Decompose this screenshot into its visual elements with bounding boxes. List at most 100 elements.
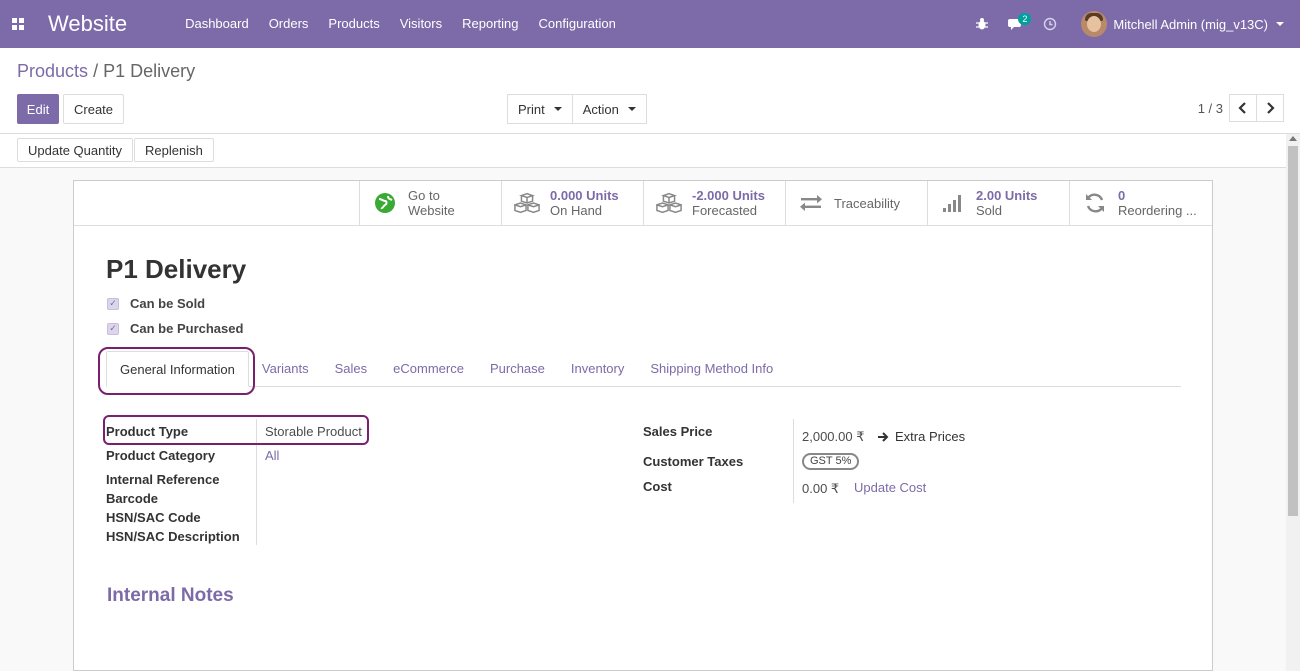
tab-highlight-annotation [98,347,255,395]
on-hand-button[interactable]: 0.000 Units On Hand [501,181,643,225]
sold-button[interactable]: 2.00 Units Sold [927,181,1069,225]
extra-prices-label: Extra Prices [895,429,966,444]
smart-button-label: Traceability [834,195,900,211]
scrollbar-thumb[interactable] [1288,146,1298,516]
arrow-right-icon [878,431,889,442]
can-be-sold-row: ✓ Can be Sold [107,296,205,311]
chevron-left-icon [1238,102,1246,114]
can-be-sold-label: Can be Sold [130,296,206,311]
smart-button-value: 0.000 Units [550,188,619,203]
extra-prices-button[interactable]: Extra Prices [877,429,965,444]
replenish-button[interactable]: Replenish [134,138,214,162]
user-name[interactable]: Mitchell Admin (mig_v13C) [1113,17,1268,32]
menu-visitors[interactable]: Visitors [390,0,452,48]
cost-label: Cost [643,479,672,494]
pager-previous-button[interactable] [1229,94,1257,122]
action-label: Action [582,101,619,117]
internal-notes-heading: Internal Notes [107,585,234,606]
can-be-purchased-row: ✓ Can be Purchased [107,321,243,336]
product-type-highlight-annotation [103,415,369,445]
breadcrumb-current: P1 Delivery [103,61,196,81]
breadcrumb: Products / P1 Delivery [17,61,195,82]
hsn-sac-description-label: HSN/SAC Description [106,529,240,544]
user-menu-caret-icon[interactable] [1276,22,1284,26]
cost-value[interactable]: 0.00 ₹ [802,481,839,497]
tab-shipping-method-info[interactable]: Shipping Method Info [637,351,786,387]
cubes-icon [656,190,682,216]
smart-button-label: Website [408,203,455,218]
globe-icon [372,190,398,216]
breadcrumb-separator: / [93,61,99,81]
tab-variants[interactable]: Variants [249,351,322,387]
can-be-purchased-checkbox[interactable]: ✓ [107,322,119,335]
pager: 1 / 3 [1198,94,1284,122]
product-name-title: P1 Delivery [106,254,247,284]
user-avatar[interactable] [1081,11,1108,37]
caret-down-icon [627,107,636,111]
product-category-label: Product Category [106,448,216,463]
action-dropdown[interactable]: Action [571,94,647,124]
smart-button-box: Go to Website 0.000 Units On Hand -2.000… [359,181,1211,225]
customer-tax-tag[interactable]: GST 5% [802,453,860,470]
create-button[interactable]: Create [63,94,125,124]
can-be-sold-checkbox[interactable]: ✓ [107,297,119,310]
tab-sales[interactable]: Sales [322,351,381,387]
tab-ecommerce[interactable]: eCommerce [380,351,477,387]
customer-taxes-label: Customer Taxes [643,454,744,469]
barcode-label: Barcode [106,491,159,506]
smart-button-value: -2.000 Units [692,188,765,203]
top-navbar: Website Dashboard Orders Products Visito… [0,0,1300,48]
can-be-purchased-label: Can be Purchased [130,321,244,336]
tab-inventory[interactable]: Inventory [558,351,637,387]
form-statusbar: Update Quantity Replenish [0,134,1286,168]
traceability-button[interactable]: Traceability [785,181,927,225]
app-brand[interactable]: Website [48,11,127,37]
vertical-scrollbar[interactable] [1286,134,1300,671]
refresh-icon [1082,190,1108,216]
hsn-sac-code-label: HSN/SAC Code [106,510,201,525]
messages-icon[interactable]: 2 [999,0,1033,48]
menu-dashboard[interactable]: Dashboard [175,0,259,48]
update-cost-link[interactable]: Update Cost [854,480,926,495]
print-dropdown[interactable]: Print [507,94,573,124]
update-quantity-button[interactable]: Update Quantity [17,138,133,162]
sales-price-value[interactable]: 2,000.00 ₹ [802,429,865,445]
internal-reference-label: Internal Reference [106,472,220,487]
activity-clock-icon[interactable] [1033,0,1067,48]
form-sheet: Go to Website 0.000 Units On Hand -2.000… [73,180,1213,671]
menu-reporting[interactable]: Reporting [452,0,528,48]
scroll-up-arrow-icon[interactable] [1289,136,1297,141]
smart-button-value: 0 [1118,188,1126,203]
chevron-right-icon [1267,102,1275,114]
reordering-rules-button[interactable]: 0 Reordering ... [1069,181,1211,225]
apps-menu-icon[interactable] [0,0,36,48]
notebook-tabs: General Information Variants Sales eComm… [106,351,1181,387]
forecasted-button[interactable]: -2.000 Units Forecasted [643,181,785,225]
breadcrumb-products-link[interactable]: Products [17,61,88,81]
tab-purchase[interactable]: Purchase [477,351,558,387]
smart-button-label: Reordering ... [1118,203,1197,218]
sales-price-label: Sales Price [643,424,713,439]
product-category-link[interactable]: All [265,448,279,463]
smart-button-label: Forecasted [692,203,758,218]
field-separator [793,419,794,503]
control-panel: Products / P1 Delivery Edit Create Print… [0,48,1300,134]
debug-bug-icon[interactable] [965,0,999,48]
exchange-icon [798,190,824,216]
divider [74,225,1212,226]
pager-value[interactable]: 1 / 3 [1198,101,1223,116]
cubes-icon [514,190,540,216]
go-to-website-button[interactable]: Go to Website [359,181,501,225]
print-label: Print [518,101,545,117]
menu-configuration[interactable]: Configuration [529,0,626,48]
smart-button-value: Go to [408,188,440,203]
sidebar-dropdowns: Print Action [507,94,647,124]
caret-down-icon [553,107,562,111]
smart-button-value: 2.00 Units [976,188,1038,203]
menu-orders[interactable]: Orders [259,0,319,48]
edit-button[interactable]: Edit [17,94,59,124]
message-count-badge: 2 [1018,13,1032,25]
pager-next-button[interactable] [1256,94,1284,122]
menu-products[interactable]: Products [318,0,389,48]
smart-button-label: On Hand [550,203,603,218]
